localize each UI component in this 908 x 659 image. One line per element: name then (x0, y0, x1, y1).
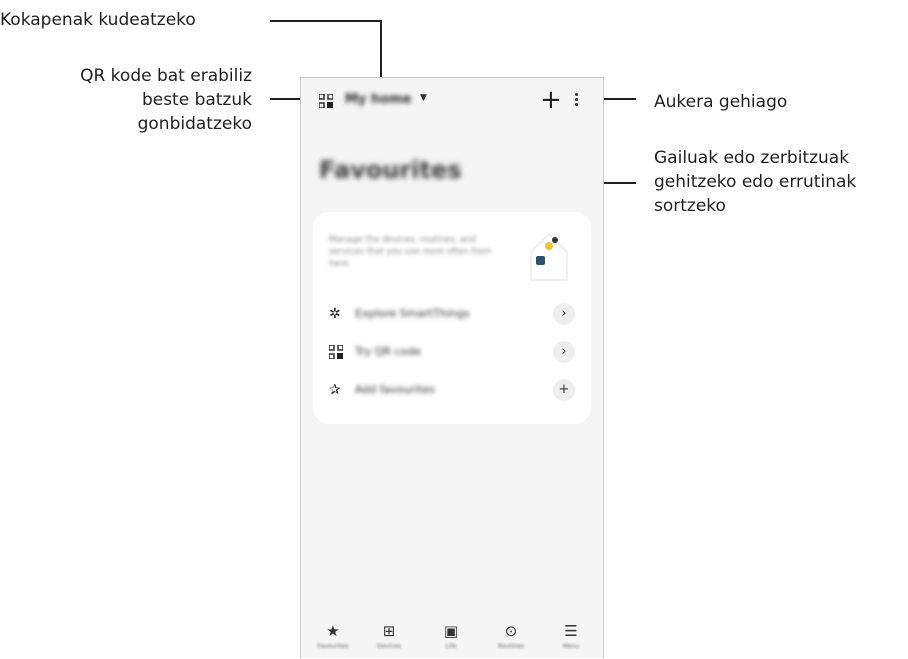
chevron-down-icon[interactable]: ▼ (420, 93, 427, 103)
callout-add-line2: gehitzeko edo errutinak (654, 172, 857, 192)
nav-label: Devices (377, 643, 401, 650)
row-add-favourites[interactable]: ✰ Add favourites + (313, 374, 591, 408)
more-options-icon[interactable] (575, 93, 579, 109)
routines-icon: ⊙ (504, 622, 518, 640)
menu-icon: ☰ (564, 622, 578, 640)
card-description: Manage the devices, routines, and servic… (329, 235, 492, 269)
nav-tab-menu[interactable]: ☰ Menu (551, 622, 591, 650)
smartthings-icon: ✲ (329, 306, 341, 322)
life-icon: ▣ (443, 622, 459, 640)
qr-code-icon[interactable] (319, 94, 333, 108)
devices-icon: ⊞ (382, 622, 396, 640)
row-label: Explore SmartThings (355, 307, 470, 320)
nav-tab-routines[interactable]: ⊙ Routines (491, 622, 531, 650)
callout-qr-invite-line1: QR kode bat erabiliz (80, 66, 252, 86)
callout-qr-invite-line2: beste batzuk (141, 90, 252, 110)
row-label: Try QR code (355, 345, 421, 358)
callout-qr-invite-line3: gonbidatzeko (137, 114, 252, 134)
callout-qr-invite: QR kode bat erabiliz beste batzuk gonbid… (80, 64, 252, 136)
nav-tab-devices[interactable]: ⊞ Devices (369, 622, 409, 650)
add-button[interactable]: + (540, 85, 562, 115)
qr-code-icon (329, 345, 343, 359)
nav-label: Routines (497, 643, 524, 650)
star-icon: ★ (326, 622, 340, 640)
leader-manage-horizontal (270, 20, 382, 22)
callout-more-options: Aukera gehiago (654, 92, 788, 112)
plus-icon[interactable]: + (553, 379, 575, 401)
home-selector[interactable]: My home (345, 92, 412, 107)
chevron-right-icon[interactable]: › (553, 303, 575, 325)
favourites-card: Manage the devices, routines, and servic… (313, 212, 591, 424)
page-title: Favourites (319, 156, 462, 184)
home-illustration-icon (530, 233, 568, 281)
nav-tab-favourites[interactable]: ★ Favourites (313, 622, 353, 650)
callout-add: Gailuak edo zerbitzuak gehitzeko edo err… (654, 146, 856, 218)
nav-label: Favourites (317, 643, 349, 650)
row-explore-smartthings[interactable]: ✲ Explore SmartThings › (313, 298, 591, 332)
nav-tab-life[interactable]: ▣ Life (431, 622, 471, 650)
nav-label: Life (445, 643, 457, 650)
top-bar: My home ▼ + (301, 78, 603, 126)
callout-add-line1: Gailuak edo zerbitzuak (654, 148, 850, 168)
row-label: Add favourites (355, 383, 436, 396)
callout-manage-locations: Kokapenak kudeatzeko (0, 10, 196, 30)
callout-add-line3: sortzeko (654, 196, 726, 216)
chevron-right-icon[interactable]: › (553, 341, 575, 363)
nav-label: Menu (562, 643, 580, 650)
row-try-qr-code[interactable]: Try QR code › (313, 336, 591, 370)
star-outline-icon: ✰ (329, 382, 341, 398)
bottom-nav: ★ Favourites ⊞ Devices ▣ Life ⊙ Routines… (301, 616, 603, 659)
phone-screen: My home ▼ + Favourites Manage the device… (300, 77, 604, 658)
